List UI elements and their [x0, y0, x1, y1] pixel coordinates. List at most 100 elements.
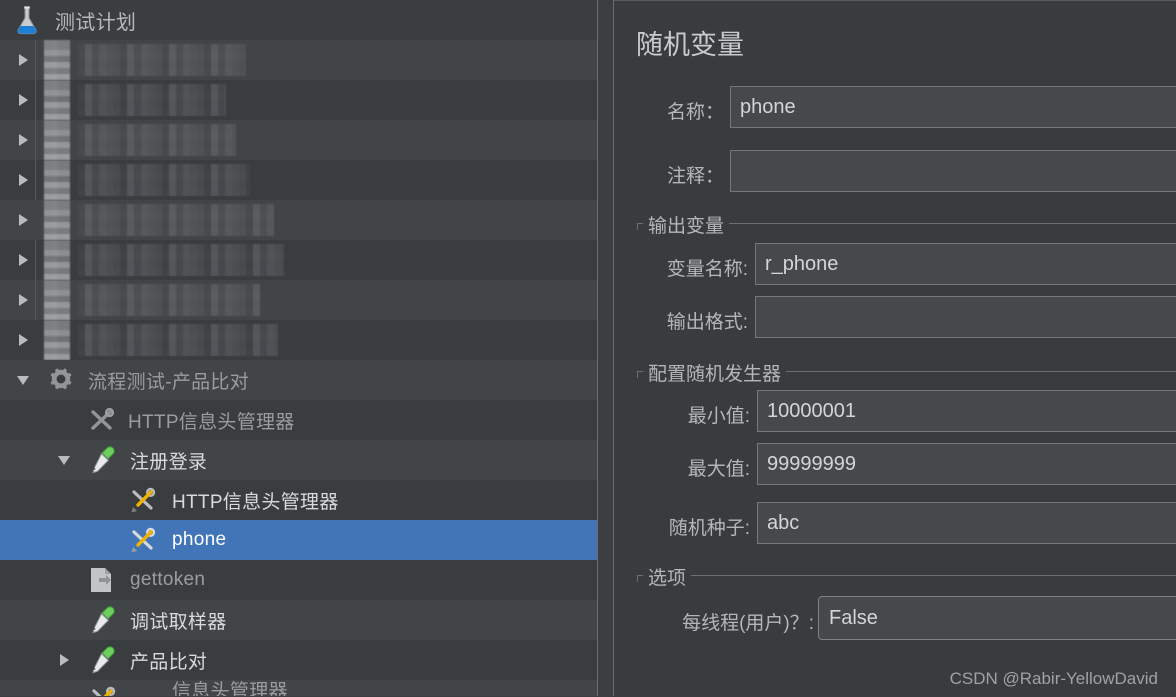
- tree-row-partial[interactable]: 信息头管理器: [0, 680, 597, 696]
- tree-row-test-plan[interactable]: 测试计划: [0, 0, 597, 40]
- panel-divider[interactable]: [597, 0, 614, 696]
- chevron-right-icon[interactable]: [14, 291, 32, 309]
- blurred-icon: [44, 160, 70, 200]
- chevron-right-icon[interactable]: [14, 131, 32, 149]
- tree-row-redacted[interactable]: [0, 240, 597, 280]
- tree-node-label: 信息头管理器: [172, 681, 288, 696]
- tree-guide-stub: [35, 240, 36, 280]
- group-left-cap: [637, 223, 638, 230]
- tree-row-phone-selected[interactable]: phone: [0, 520, 597, 560]
- tree-guide-stub: [35, 120, 36, 160]
- tree-row-redacted[interactable]: [0, 120, 597, 160]
- blurred-label: [78, 84, 226, 116]
- wrench-icon: [91, 407, 115, 430]
- comment-label: 注释：: [666, 166, 724, 187]
- tree-row-redacted[interactable]: [0, 280, 597, 320]
- test-plan-tree[interactable]: 测试计划 流程测试-产品比对 HTTP信息头管理器 注册登录 HTTP信息头管理…: [0, 0, 597, 696]
- blurred-icon: [44, 240, 70, 280]
- group-left-cap: [637, 575, 638, 582]
- tree-row-thread-group[interactable]: 流程测试-产品比对: [0, 360, 597, 400]
- page-icon: [91, 568, 111, 592]
- blurred-label: [78, 324, 278, 356]
- chevron-right-icon[interactable]: [14, 211, 32, 229]
- blurred-label: [78, 244, 284, 276]
- output-format-label: 输出格式:: [666, 312, 748, 333]
- group-left-cap: [637, 371, 638, 378]
- tree-row-product-compare[interactable]: 产品比对: [0, 640, 597, 680]
- blurred-label: [78, 164, 250, 196]
- blurred-icon: [44, 280, 70, 320]
- wrench-icon: [92, 686, 116, 696]
- tree-row-gettoken[interactable]: gettoken: [0, 560, 597, 600]
- tree-guide-stub: [35, 80, 36, 120]
- chevron-right-icon[interactable]: [14, 331, 32, 349]
- per-thread-dropdown[interactable]: False: [818, 596, 1176, 640]
- blurred-icon: [44, 320, 70, 360]
- variable-name-label: 变量名称:: [666, 259, 748, 280]
- comment-field[interactable]: [730, 150, 1176, 192]
- tree-guide-stub: [35, 280, 36, 320]
- tree-row-redacted[interactable]: [0, 80, 597, 120]
- blurred-label: [78, 284, 260, 316]
- seed-value: abc: [767, 511, 800, 534]
- blurred-label: [78, 204, 274, 236]
- tree-row-redacted[interactable]: [0, 320, 597, 360]
- tree-node-label: phone: [172, 529, 227, 550]
- tree-node-label: 调试取样器: [130, 611, 227, 633]
- tree-root-label: 测试计划: [55, 11, 137, 34]
- tree-row-redacted[interactable]: [0, 200, 597, 240]
- chevron-down-icon[interactable]: [55, 451, 73, 469]
- tree-row-redacted[interactable]: [0, 160, 597, 200]
- tree-guide-stub: [35, 160, 36, 200]
- name-value: phone: [740, 95, 796, 118]
- tree-node-label: 注册登录: [130, 451, 208, 473]
- tree-node-label: HTTP信息头管理器: [172, 491, 339, 513]
- minimum-value: 10000001: [767, 399, 856, 422]
- chevron-right-icon[interactable]: [14, 251, 32, 269]
- gear-icon: [50, 368, 72, 390]
- random-variable-editor: 随机变量 名称： phone 注释： 输出变量 变量名称: r_phone 输出…: [614, 0, 1176, 697]
- tree-node-label: HTTP信息头管理器: [128, 411, 295, 433]
- variable-name-field[interactable]: r_phone: [755, 243, 1176, 285]
- maximum-value: 99999999: [767, 452, 856, 475]
- wrench-icon: [131, 487, 156, 513]
- chevron-down-icon[interactable]: [14, 371, 32, 389]
- tree-row-redacted[interactable]: [0, 40, 597, 80]
- tree-row-http-header-manager-child[interactable]: HTTP信息头管理器: [0, 480, 597, 520]
- page-title: 随机变量: [636, 30, 744, 60]
- blurred-icon: [44, 80, 70, 120]
- watermark: CSDN @Rabir-YellowDavid: [949, 669, 1158, 688]
- tree-row-transaction-controller[interactable]: 注册登录: [0, 440, 597, 480]
- name-field[interactable]: phone: [730, 86, 1176, 128]
- output-format-field[interactable]: [755, 296, 1176, 338]
- pipette-icon: [92, 606, 115, 634]
- tree-row-http-header-manager[interactable]: HTTP信息头管理器: [0, 400, 597, 440]
- maximum-field[interactable]: 99999999: [757, 443, 1176, 485]
- minimum-field[interactable]: 10000001: [757, 390, 1176, 432]
- chevron-right-icon[interactable]: [14, 171, 32, 189]
- tree-node-label: 产品比对: [130, 651, 208, 673]
- random-generator-group-title: 配置随机发生器: [643, 359, 787, 386]
- wrench-icon: [131, 527, 156, 553]
- options-group: [637, 575, 1176, 576]
- chevron-right-icon[interactable]: [14, 51, 32, 69]
- blurred-label: [78, 44, 246, 76]
- seed-label: 随机种子:: [668, 518, 750, 539]
- per-thread-label: 每线程(用户)？:: [682, 613, 814, 634]
- blurred-icon: [44, 40, 70, 80]
- tree-node-label: 流程测试-产品比对: [88, 371, 250, 393]
- name-label: 名称：: [666, 102, 724, 123]
- chevron-right-icon[interactable]: [55, 651, 73, 669]
- tree-guide-stub: [35, 40, 36, 80]
- divider-line: [597, 0, 598, 696]
- maximum-label: 最大值:: [687, 459, 750, 480]
- blurred-icon: [44, 120, 70, 160]
- pipette-icon: [92, 446, 115, 474]
- seed-field[interactable]: abc: [757, 502, 1176, 544]
- tree-row-debug-sampler[interactable]: 调试取样器: [0, 600, 597, 640]
- per-thread-value: False: [829, 606, 878, 629]
- minimum-label: 最小值:: [687, 406, 750, 427]
- options-group-title: 选项: [643, 563, 692, 590]
- blurred-icon: [44, 200, 70, 240]
- chevron-right-icon[interactable]: [14, 91, 32, 109]
